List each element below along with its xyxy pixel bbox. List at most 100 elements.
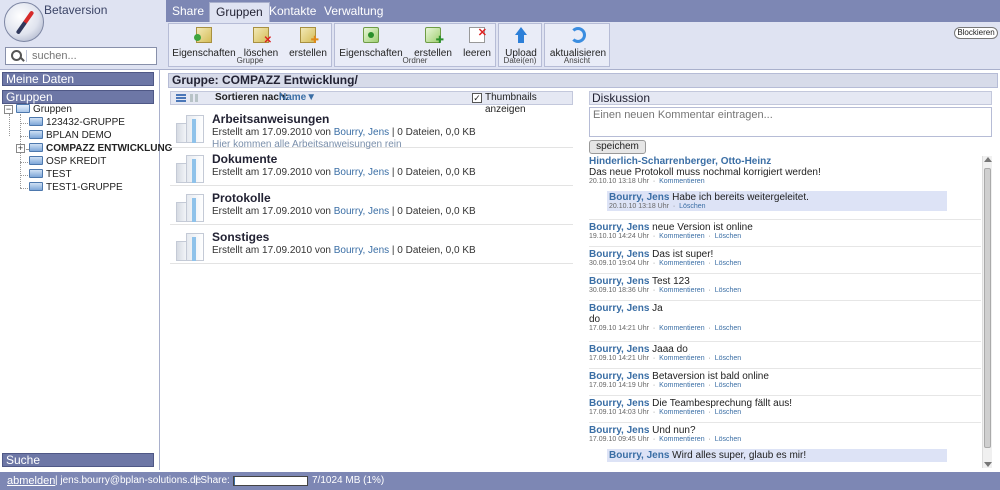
author-link[interactable]: Bourry, Jens: [334, 127, 389, 138]
delete-link[interactable]: Löschen: [715, 233, 741, 240]
tree-root-gruppen[interactable]: Gruppen: [16, 103, 72, 116]
post-text: Jaaa do: [652, 344, 688, 355]
group-properties-button[interactable]: Eigenschaften: [171, 24, 237, 59]
folder-thumbnail-icon: [176, 229, 206, 261]
discussion-scrollbar[interactable]: [982, 156, 992, 468]
folder-row[interactable]: Arbeitsanweisungen Erstellt am 17.09.201…: [170, 108, 573, 150]
post-author[interactable]: Bourry, Jens: [589, 249, 649, 260]
scroll-up-icon[interactable]: [984, 157, 992, 162]
group-create-button[interactable]: erstellen: [285, 24, 331, 59]
folder-icon: [29, 130, 43, 139]
toolbar-group-label: Ansicht: [563, 56, 591, 65]
share-usage-bar: [233, 476, 308, 486]
folder-meta: Erstellt am 17.09.2010 von Bourry, Jens …: [212, 167, 476, 178]
page-title: Gruppe: COMPAZZ Entwicklung/: [168, 73, 998, 88]
grid-view-icon[interactable]: [190, 94, 200, 102]
search-box[interactable]: [5, 47, 157, 65]
refresh-button[interactable]: aktualisieren: [547, 24, 609, 59]
post-author[interactable]: Bourry, Jens: [589, 222, 649, 233]
folder-name[interactable]: Arbeitsanweisungen: [212, 112, 329, 126]
tree-item-compazz-entwicklung[interactable]: COMPAZZ ENTWICKLUNG: [29, 142, 172, 155]
group-delete-button[interactable]: löschen: [241, 24, 281, 59]
save-comment-button[interactable]: speichem: [589, 140, 646, 154]
folder-create-button[interactable]: erstellen: [411, 24, 455, 59]
folder-row[interactable]: Sonstiges Erstellt am 17.09.2010 von Bou…: [170, 226, 573, 264]
post-author[interactable]: Hinderlich-Scharrenberger, Otto-Heinz: [589, 156, 771, 167]
discussion-post: Bourry, Jens Test 123 30.09.10 18:36 Uhr…: [589, 276, 981, 294]
tree-item-test1-gruppe[interactable]: TEST1-GRUPPE: [29, 181, 123, 194]
scrollbar-thumb[interactable]: [984, 168, 991, 448]
delete-link[interactable]: Löschen: [715, 325, 741, 332]
folder-clear-button[interactable]: leeren: [459, 24, 495, 59]
discussion-list: Hinderlich-Scharrenberger, Otto-Heinz Da…: [589, 156, 981, 468]
logout-link[interactable]: abmelden: [7, 472, 55, 490]
sidebar-groups-header[interactable]: Gruppen: [2, 90, 154, 104]
sort-dropdown[interactable]: Name▼: [279, 92, 316, 104]
search-input[interactable]: [32, 49, 154, 63]
folder-name[interactable]: Protokolle: [212, 191, 271, 205]
folder-row[interactable]: Protokolle Erstellt am 17.09.2010 von Bo…: [170, 187, 573, 225]
tab-verwaltung[interactable]: Verwaltung: [318, 2, 389, 22]
toolbar-group-ordner: Eigenschaften erstellen leeren Ordner: [334, 23, 496, 67]
tree-item-osp-kredit[interactable]: OSP KREDIT: [29, 155, 106, 168]
tree-item-test[interactable]: TEST: [29, 168, 72, 181]
author-link[interactable]: Bourry, Jens: [334, 245, 389, 256]
author-link[interactable]: Bourry, Jens: [334, 206, 389, 217]
delete-link[interactable]: Löschen: [715, 409, 741, 416]
tab-kontakte[interactable]: Kontakte: [263, 2, 322, 22]
discussion-post: Bourry, Jens neue Version ist online 19.…: [589, 222, 981, 240]
folder-meta: Erstellt am 17.09.2010 von Bourry, Jens …: [212, 245, 476, 256]
post-meta: 20.10.10 13:18 Uhr · Kommentieren: [589, 178, 705, 185]
folder-thumbnail-icon: [176, 151, 206, 183]
comment-link[interactable]: Kommentieren: [659, 233, 705, 240]
tree-expand-toggle[interactable]: +: [16, 144, 25, 153]
tree-item-123432-gruppe[interactable]: 123432-GRUPPE: [29, 116, 125, 129]
comment-link[interactable]: Kommentieren: [659, 325, 705, 332]
comment-link[interactable]: Kommentieren: [659, 260, 705, 267]
folder-row[interactable]: Dokumente Erstellt am 17.09.2010 von Bou…: [170, 148, 573, 186]
post-author[interactable]: Bourry, Jens: [609, 192, 669, 203]
folder-name[interactable]: Sonstiges: [212, 230, 269, 244]
delete-link[interactable]: Löschen: [715, 436, 741, 443]
post-author[interactable]: Bourry, Jens: [589, 303, 649, 314]
tree-collapse-toggle[interactable]: −: [4, 105, 13, 114]
post-author[interactable]: Bourry, Jens: [589, 371, 649, 382]
delete-link[interactable]: Löschen: [715, 355, 741, 362]
upload-button[interactable]: Upload: [501, 24, 541, 59]
comment-link[interactable]: Kommentieren: [659, 382, 705, 389]
delete-link[interactable]: Löschen: [679, 203, 705, 210]
folder-name[interactable]: Dokumente: [212, 152, 277, 166]
author-link[interactable]: Bourry, Jens: [334, 167, 389, 178]
comment-link[interactable]: Kommentieren: [659, 409, 705, 416]
post-author[interactable]: Bourry, Jens: [609, 450, 669, 461]
comment-link[interactable]: Kommentieren: [659, 436, 705, 443]
discussion-title: Diskussion: [589, 91, 992, 105]
sidebar-my-data[interactable]: Meine Daten: [2, 72, 154, 86]
tab-share[interactable]: Share: [166, 2, 210, 22]
comment-link[interactable]: Kommentieren: [659, 178, 705, 185]
delete-link[interactable]: Löschen: [715, 260, 741, 267]
tab-gruppen[interactable]: Gruppen: [209, 2, 270, 22]
list-view-icon[interactable]: [176, 94, 186, 102]
comment-input[interactable]: [589, 107, 992, 137]
tree-item-bplan-demo[interactable]: BPLAN DEMO: [29, 129, 112, 142]
discussion-reply: Bourry, Jens Wird alles super, glaub es …: [607, 449, 947, 462]
post-author[interactable]: Bourry, Jens: [589, 398, 649, 409]
delete-link[interactable]: Löschen: [715, 382, 741, 389]
block-button[interactable]: Blockieren: [954, 27, 998, 39]
thumbnails-checkbox[interactable]: ✓: [472, 93, 482, 103]
scroll-down-icon[interactable]: [984, 462, 992, 467]
folder-properties-button[interactable]: Eigenschaften: [337, 24, 405, 59]
folder-open-icon: [16, 104, 30, 113]
post-author[interactable]: Bourry, Jens: [589, 425, 649, 436]
discussion-post: Bourry, Jens Das ist super! 30.09.10 19:…: [589, 249, 981, 267]
post-author[interactable]: Bourry, Jens: [589, 276, 649, 287]
main-tabs: Share Gruppen Kontakte Verwaltung: [166, 0, 1000, 22]
comment-link[interactable]: Kommentieren: [659, 355, 705, 362]
sidebar-search-header[interactable]: Suche: [2, 453, 154, 467]
search-icon[interactable]: [9, 50, 27, 62]
toolbar-group-label: Gruppe: [236, 56, 264, 65]
delete-link[interactable]: Löschen: [715, 287, 741, 294]
post-author[interactable]: Bourry, Jens: [589, 344, 649, 355]
comment-link[interactable]: Kommentieren: [659, 287, 705, 294]
